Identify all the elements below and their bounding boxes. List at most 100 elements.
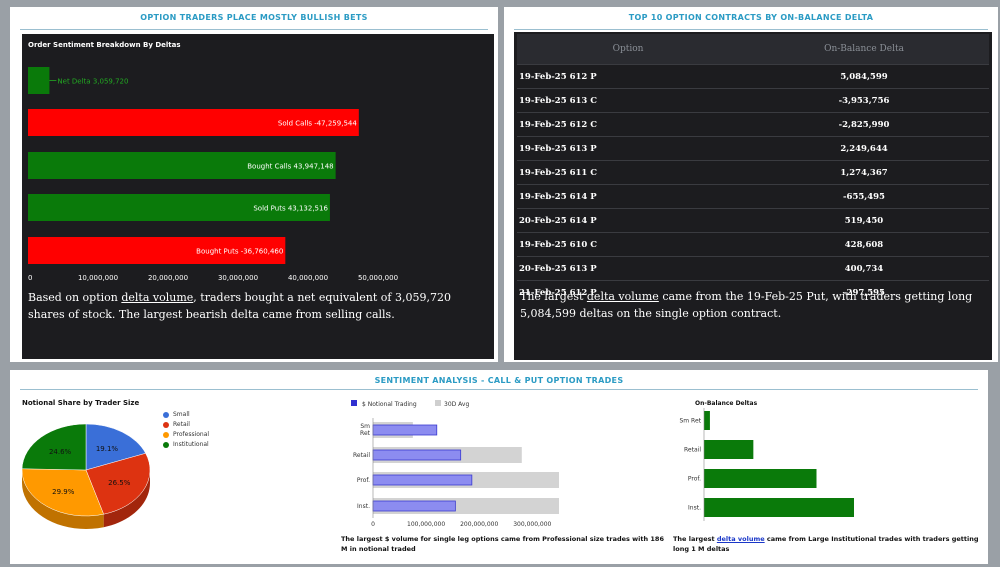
notional-caption: The largest $ volume for single leg opti…	[341, 535, 664, 553]
delta-cell: -2,825,990	[739, 112, 989, 137]
legend-swatch	[163, 441, 169, 448]
delta-cell: 2,249,644	[739, 136, 989, 161]
delta-cell: 400,734	[739, 256, 989, 281]
option-cell: 20-Feb-25 613 P	[517, 256, 739, 281]
panel-title: SENTIMENT ANALYSIS - CALL & PUT OPTION T…	[374, 376, 624, 385]
category-label: Ret	[360, 430, 371, 437]
sentiment-bar	[28, 67, 50, 94]
bar-label: Bought Calls 43,947,148	[247, 163, 333, 171]
delta-bar	[704, 498, 854, 517]
legend-swatch	[351, 400, 357, 406]
column-header-option[interactable]: Option	[517, 34, 739, 65]
obd-caption: The largest delta volume came from Large…	[673, 535, 979, 553]
notional-bar	[372, 500, 456, 512]
delta-bar	[704, 411, 710, 430]
pie-slice-label: 24.6%	[49, 448, 72, 456]
bar-label: Sold Calls -47,259,544	[278, 120, 357, 128]
legend-label: Professional	[173, 431, 210, 438]
option-cell: 19-Feb-25 614 P	[517, 184, 739, 209]
panel-top-contracts: TOP 10 OPTION CONTRACTS BY ON-BALANCE DE…	[504, 7, 998, 362]
on-balance-delta-chart: Sm Ret Retail Prof. Inst.	[679, 408, 854, 521]
delta-volume-link[interactable]: delta volume	[121, 291, 193, 304]
delta-bar	[704, 469, 817, 488]
notional-bar-chart: $ Notional Trading 30D Avg SmRet Retail Prof…	[351, 400, 559, 528]
axis-tick-label: 10,000,000	[78, 274, 118, 282]
sentiment-bar-chart: Net Delta 3,059,720 Sold Calls -47,259,54…	[28, 67, 398, 282]
legend-swatch	[163, 411, 169, 418]
axis-tick-label: 30,000,000	[218, 274, 258, 282]
table-row[interactable]: 19-Feb-25 611 C 1,274,367	[517, 160, 989, 185]
option-cell: 19-Feb-25 611 C	[517, 160, 739, 185]
contracts-table: Option On-Balance Delta 19-Feb-25 612 P5…	[517, 34, 989, 304]
contracts-card: Option On-Balance Delta 19-Feb-25 612 P5…	[514, 32, 992, 360]
axis-tick-label: 0	[28, 274, 32, 282]
delta-cell: -3,953,756	[739, 88, 989, 113]
column-header-delta[interactable]: On-Balance Delta	[739, 34, 989, 65]
delta-cell: 428,608	[739, 232, 989, 257]
axis-tick-label: 200,000,000	[460, 521, 498, 528]
option-cell: 19-Feb-25 613 P	[517, 136, 739, 161]
pie-slice-label: 26.5%	[108, 479, 131, 487]
legend-swatch	[163, 431, 169, 438]
axis-tick-label: 40,000,000	[288, 274, 328, 282]
table-row[interactable]: 19-Feb-25 614 P -655,495	[517, 184, 989, 209]
table-row[interactable]: 20-Feb-25 614 P 519,450	[517, 208, 989, 233]
delta-bar	[704, 440, 754, 459]
notional-bar	[372, 449, 462, 461]
legend-label: Retail	[173, 421, 190, 428]
panel-title: TOP 10 OPTION CONTRACTS BY ON-BALANCE DE…	[628, 13, 874, 22]
category-label: Prof.	[688, 476, 701, 483]
panel-title: OPTION TRADERS PLACE MOSTLY BULLISH BETS	[140, 13, 368, 22]
panel-sentiment-analysis: SENTIMENT ANALYSIS - CALL & PUT OPTION T…	[10, 370, 988, 564]
table-row[interactable]: 19-Feb-25 613 P 2,249,644	[517, 136, 989, 161]
pie-title: Notional Share by Trader Size	[22, 399, 140, 407]
bar-label: Sold Puts 43,132,516	[253, 205, 328, 213]
legend-label: 30D Avg	[444, 401, 469, 408]
legend-label: $ Notional Trading	[362, 401, 417, 408]
option-cell: 19-Feb-25 610 C	[517, 232, 739, 257]
axis-tick-label: 50,000,000	[358, 274, 398, 282]
delta-cell: -655,495	[739, 184, 989, 209]
divider	[514, 29, 988, 30]
table-row[interactable]: 19-Feb-25 610 C 428,608	[517, 232, 989, 257]
delta-cell: 519,450	[739, 208, 989, 233]
divider	[20, 389, 978, 390]
table-row[interactable]: 19-Feb-25 612 C -2,825,990	[517, 112, 989, 137]
table-row[interactable]: 19-Feb-25 613 C -3,953,756	[517, 88, 989, 113]
legend-item: Professional	[163, 431, 209, 438]
sentiment-caption: Based on option delta volume, traders bo…	[28, 291, 451, 321]
legend-item: Institutional	[163, 441, 209, 448]
legend-item: Small	[163, 411, 190, 418]
bar-label: Net Delta 3,059,720	[57, 78, 128, 86]
delta-volume-link[interactable]: delta volume	[717, 535, 765, 543]
option-cell: 19-Feb-25 612 P	[517, 64, 739, 89]
axis-tick-label: 100,000,000	[407, 521, 445, 528]
delta-volume-link[interactable]: delta volume	[587, 290, 659, 303]
category-label: Retail	[684, 447, 701, 454]
table-row[interactable]: 19-Feb-25 612 P 5,084,599	[517, 64, 989, 89]
sentiment-card: Order Sentiment Breakdown By Deltas Net …	[22, 34, 494, 359]
category-label: Sm Ret	[679, 418, 701, 425]
contracts-caption: The largest delta volume came from the 1…	[520, 290, 973, 320]
category-label: Inst.	[357, 503, 370, 510]
axis-tick-label: 300,000,000	[513, 521, 551, 528]
legend-swatch	[163, 421, 169, 428]
panel-order-sentiment: OPTION TRADERS PLACE MOSTLY BULLISH BETS…	[10, 7, 498, 362]
pie-slice-label: 19.1%	[96, 445, 119, 453]
notional-share-pie: 19.1% 26.5% 29.9% 24.6%	[21, 423, 151, 529]
legend-swatch	[435, 400, 441, 406]
notional-bar	[372, 474, 473, 486]
table-row[interactable]: 20-Feb-25 613 P 400,734	[517, 256, 989, 281]
axis-tick-label: 0	[371, 521, 375, 528]
legend-label: Small	[173, 411, 190, 418]
divider	[20, 29, 488, 30]
delta-cell: 1,274,367	[739, 160, 989, 185]
category-label: Sm	[360, 423, 370, 430]
legend-item: Retail	[163, 421, 190, 428]
axis-tick-label: 20,000,000	[148, 274, 188, 282]
delta-cell: 5,084,599	[739, 64, 989, 89]
category-label: Inst.	[688, 505, 701, 512]
category-label: Retail	[353, 452, 370, 459]
option-cell: 19-Feb-25 612 C	[517, 112, 739, 137]
option-cell: 20-Feb-25 614 P	[517, 208, 739, 233]
